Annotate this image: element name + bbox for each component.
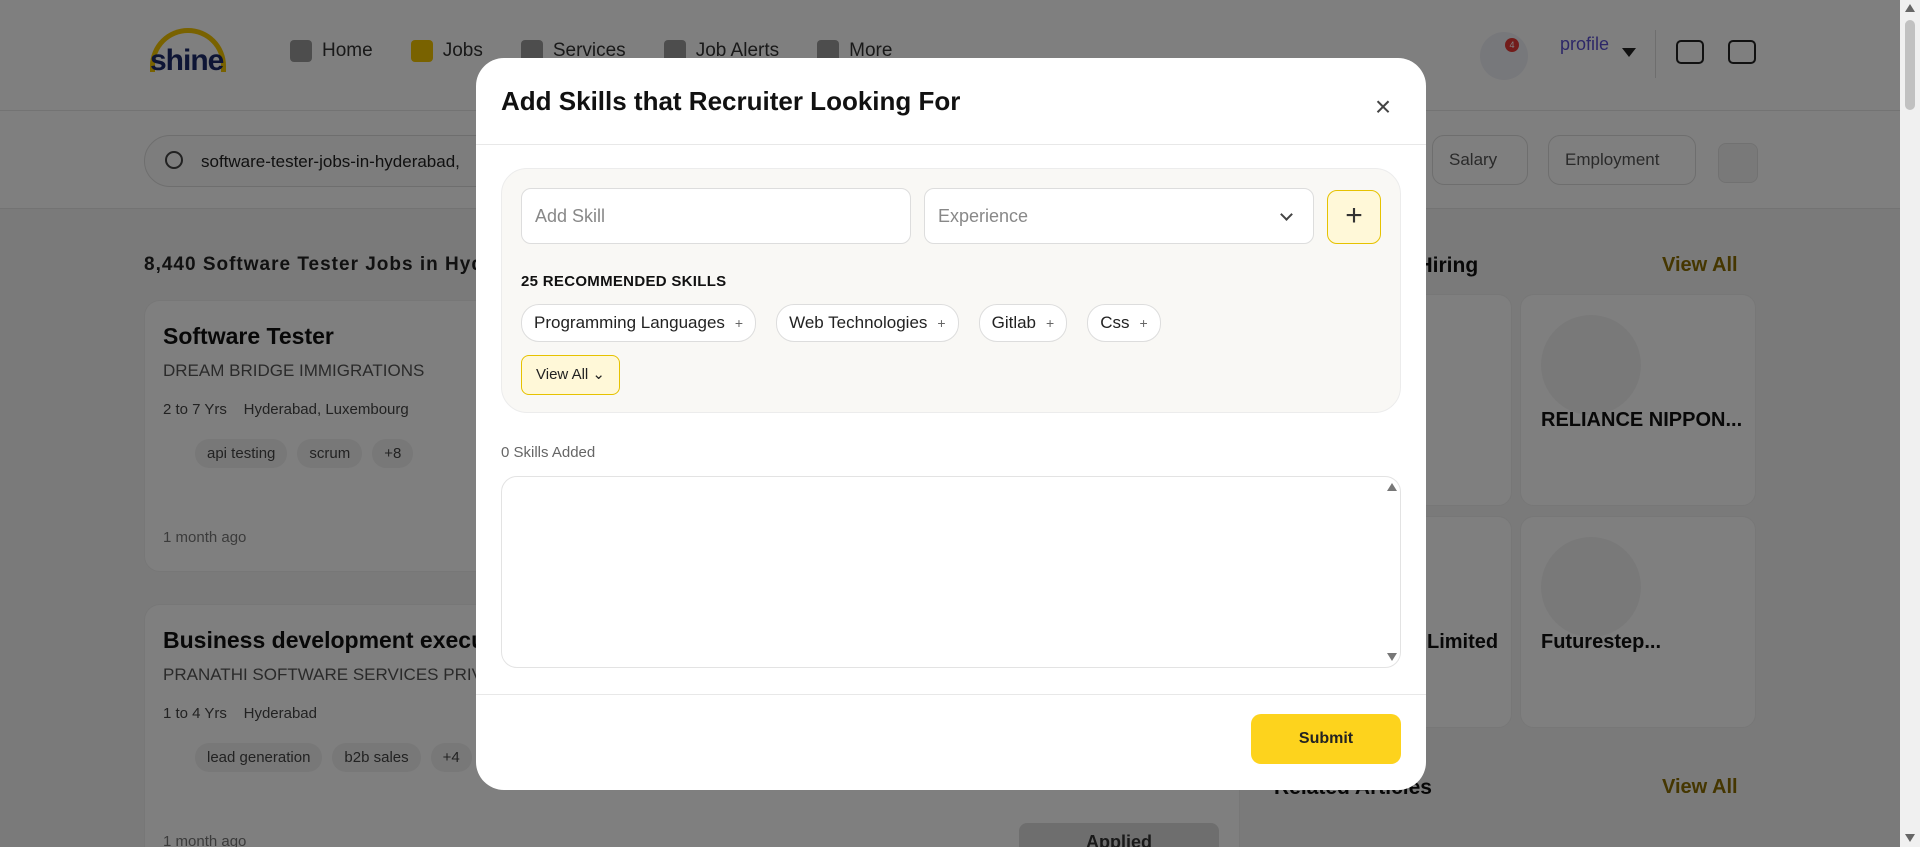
plus-icon: +	[937, 315, 946, 331]
scroll-down-arrow[interactable]	[1387, 653, 1397, 661]
scroll-down-arrow[interactable]	[1905, 834, 1915, 842]
experience-placeholder: Experience	[938, 206, 1029, 226]
skill-chip-label: Programming Languages	[534, 313, 725, 332]
submit-button[interactable]: Submit	[1251, 714, 1401, 764]
add-skill-input[interactable]: Add Skill	[521, 188, 911, 244]
skill-entry-panel: Add Skill Experience + 25 RECOMMENDED SK…	[501, 168, 1401, 413]
modal-divider	[476, 144, 1426, 145]
plus-icon: +	[1046, 315, 1055, 331]
scroll-thumb[interactable]	[1905, 20, 1915, 110]
skill-chip[interactable]: Web Technologies +	[776, 304, 959, 342]
footer-divider	[476, 694, 1426, 695]
added-skills-scrollbar[interactable]	[1384, 477, 1400, 667]
add-skill-button[interactable]: +	[1327, 190, 1381, 244]
skill-chip-label: Css	[1100, 313, 1130, 332]
view-all-skills-button[interactable]: View All ⌄	[521, 355, 620, 395]
recommended-skills-label: 25 RECOMMENDED SKILLS	[521, 273, 727, 290]
skill-chip[interactable]: Gitlab +	[978, 304, 1068, 342]
plus-icon: +	[1139, 315, 1148, 331]
modal-title: Add Skills that Recruiter Looking For	[501, 86, 961, 116]
recommended-skills-list: Programming Languages + Web Technologies +…	[521, 304, 1161, 342]
close-icon[interactable]: ×	[1368, 92, 1398, 122]
chevron-down-icon	[1280, 208, 1293, 221]
experience-select[interactable]: Experience	[924, 188, 1314, 244]
scroll-up-arrow[interactable]	[1387, 483, 1397, 491]
plus-icon: +	[734, 315, 744, 331]
skills-added-count: 0 Skills Added	[501, 444, 596, 461]
add-skills-modal: Add Skills that Recruiter Looking For × …	[476, 58, 1426, 790]
skill-chip-label: Web Technologies	[789, 313, 928, 332]
skill-chip[interactable]: Programming Languages +	[521, 304, 757, 342]
page-scrollbar[interactable]	[1900, 0, 1920, 847]
scroll-up-arrow[interactable]	[1905, 4, 1915, 12]
skill-chip[interactable]: Css +	[1087, 304, 1161, 342]
added-skills-area[interactable]	[501, 476, 1401, 668]
skill-chip-label: Gitlab	[991, 313, 1037, 332]
